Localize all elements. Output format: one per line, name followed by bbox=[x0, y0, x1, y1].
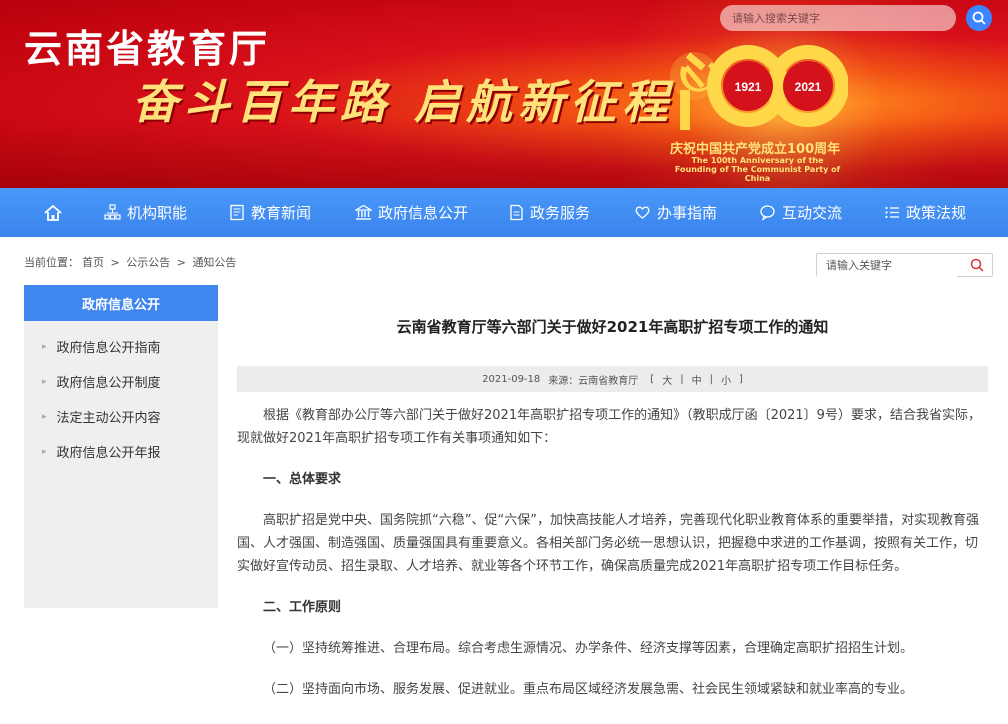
sidebar-item-statutory-content[interactable]: ▸ 法定主动公开内容 bbox=[24, 399, 218, 434]
nav-item-guide[interactable]: 办事指南 bbox=[634, 188, 717, 237]
anniversary-title-en: The 100th Anniversary of the Founding of… bbox=[674, 156, 841, 183]
news-icon bbox=[230, 204, 244, 221]
header-banner: 云南省教育厅 奋斗百年路 启航新征程 1921 2021 庆祝中国共产党成立10… bbox=[0, 0, 1008, 188]
nav-item-gov-services[interactable]: 政务服务 bbox=[509, 188, 590, 237]
breadcrumb: 当前位置： 首页 > 公示公告 > 通知公告 bbox=[24, 254, 239, 270]
font-size-small[interactable]: 小 bbox=[721, 372, 731, 387]
sidebar-item-label: 政府信息公开年报 bbox=[56, 446, 161, 461]
nav-item-gov-info[interactable]: 政府信息公开 bbox=[355, 188, 468, 237]
article-date: 2021-09-18 bbox=[482, 373, 541, 385]
article-paragraph: 根据《教育部办公厅等六部门关于做好2021年高职扩招专项工作的通知》（教职成厅函… bbox=[237, 408, 981, 446]
article-paragraph: 高职扩招是党中央、国务院抓“六稳”、促“六保”，加快高技能人才培养，完善现代化职… bbox=[237, 513, 979, 574]
nav-label: 政务服务 bbox=[530, 204, 591, 222]
home-icon[interactable] bbox=[42, 202, 64, 224]
party-100th-anniversary-logo: 1921 2021 bbox=[670, 45, 848, 130]
article-body: 根据《教育部办公厅等六部门关于做好2021年高职扩招专项工作的通知》（教职成厅函… bbox=[237, 404, 988, 701]
header-search-button[interactable] bbox=[966, 5, 992, 31]
heart-hands-icon bbox=[635, 206, 650, 219]
nav-label: 政府信息公开 bbox=[378, 204, 469, 222]
breadcrumb-prefix: 当前位置： bbox=[24, 256, 79, 269]
article-meta: 2021-09-18 来源：云南省教育厅 [ 大 | 中 | 小 ] bbox=[237, 366, 988, 392]
year-start-label: 1921 bbox=[735, 80, 762, 94]
sidebar-item-disclosure-system[interactable]: ▸ 政府信息公开制度 bbox=[24, 364, 218, 399]
search-icon bbox=[972, 11, 986, 25]
sidebar-item-disclosure-guide[interactable]: ▸ 政府信息公开指南 bbox=[24, 329, 218, 364]
article-source: 来源：云南省教育厅 bbox=[548, 375, 639, 387]
font-size-bracket-close: ] bbox=[738, 373, 743, 385]
font-size-large[interactable]: 大 bbox=[662, 372, 672, 387]
sidebar-list: ▸ 政府信息公开指南 ▸ 政府信息公开制度 ▸ 法定主动公开内容 ▸ 政府信息公… bbox=[24, 321, 218, 469]
chevron-right-icon: ▸ bbox=[42, 341, 47, 352]
sidebar-item-label: 法定主动公开内容 bbox=[56, 411, 161, 426]
nav-label: 机构职能 bbox=[127, 204, 188, 222]
nav-item-interaction[interactable]: 互动交流 bbox=[759, 188, 842, 237]
font-size-medium[interactable]: 中 bbox=[692, 372, 702, 387]
section-heading: 一、总体要求 bbox=[263, 472, 342, 487]
nav-label: 教育新闻 bbox=[251, 204, 312, 222]
nav-item-organization[interactable]: 机构职能 bbox=[104, 188, 187, 237]
article-paragraph: （一）坚持统筹推进、合理布局。综合考虑生源情况、办学条件、经济支撑等因素，合理确… bbox=[263, 641, 914, 656]
font-size-bracket-open: [ bbox=[650, 373, 655, 385]
search-icon[interactable] bbox=[970, 258, 984, 272]
anniversary-title-cn: 庆祝中国共产党成立100周年 bbox=[670, 142, 841, 157]
section-heading: 二、工作原则 bbox=[263, 600, 342, 615]
site-title[interactable]: 云南省教育厅 bbox=[24, 18, 270, 73]
year-end-label: 2021 bbox=[795, 80, 822, 94]
nav-label: 政策法规 bbox=[906, 204, 967, 222]
font-size-divider: | bbox=[709, 373, 713, 385]
nav-item-policy[interactable]: 政策法规 bbox=[884, 188, 966, 237]
list-icon bbox=[885, 206, 899, 219]
org-chart-icon bbox=[104, 204, 121, 220]
government-building-icon bbox=[355, 204, 372, 220]
sidebar-heading: 政府信息公开 bbox=[24, 285, 218, 321]
nav-item-news[interactable]: 教育新闻 bbox=[229, 188, 311, 237]
breadcrumb-notices-link[interactable]: 通知公告 bbox=[192, 256, 236, 269]
breadcrumb-announcements-link[interactable]: 公示公告 bbox=[126, 256, 170, 269]
chevron-right-icon: ▸ bbox=[42, 411, 47, 422]
breadcrumb-home-link[interactable]: 首页 bbox=[82, 256, 104, 269]
side-search-input[interactable] bbox=[817, 254, 957, 277]
sidebar-item-annual-report[interactable]: ▸ 政府信息公开年报 bbox=[24, 434, 218, 469]
nav-label: 互动交流 bbox=[782, 204, 843, 222]
article: 云南省教育厅等六部门关于做好2021年高职扩招专项工作的通知 2021-09-1… bbox=[237, 300, 988, 701]
header-search-input[interactable] bbox=[720, 5, 956, 31]
breadcrumb-separator: > bbox=[176, 256, 186, 269]
banner-slogan: 奋斗百年路 启航新征程 bbox=[132, 75, 675, 129]
nav-label: 办事指南 bbox=[657, 204, 718, 222]
article-title: 云南省教育厅等六部门关于做好2021年高职扩招专项工作的通知 bbox=[396, 318, 829, 336]
chevron-right-icon: ▸ bbox=[42, 376, 47, 387]
sidebar-item-label: 政府信息公开指南 bbox=[56, 341, 161, 356]
main-nav: 机构职能 教育新闻 政府信息公开 政务服务 办事指南 互动交流 政策法规 bbox=[0, 188, 1008, 237]
breadcrumb-separator: > bbox=[110, 256, 120, 269]
article-paragraph: （二）坚持面向市场、服务发展、促进就业。重点布局区域经济发展急需、社会民生领域紧… bbox=[263, 682, 914, 697]
sidebar: 政府信息公开 ▸ 政府信息公开指南 ▸ 政府信息公开制度 ▸ 法定主动公开内容 … bbox=[24, 285, 218, 608]
chevron-right-icon: ▸ bbox=[42, 446, 47, 457]
document-icon bbox=[510, 204, 523, 221]
sidebar-item-label: 政府信息公开制度 bbox=[56, 376, 161, 391]
chat-icon bbox=[760, 205, 775, 221]
side-search-box bbox=[816, 253, 993, 277]
font-size-divider: | bbox=[680, 373, 684, 385]
